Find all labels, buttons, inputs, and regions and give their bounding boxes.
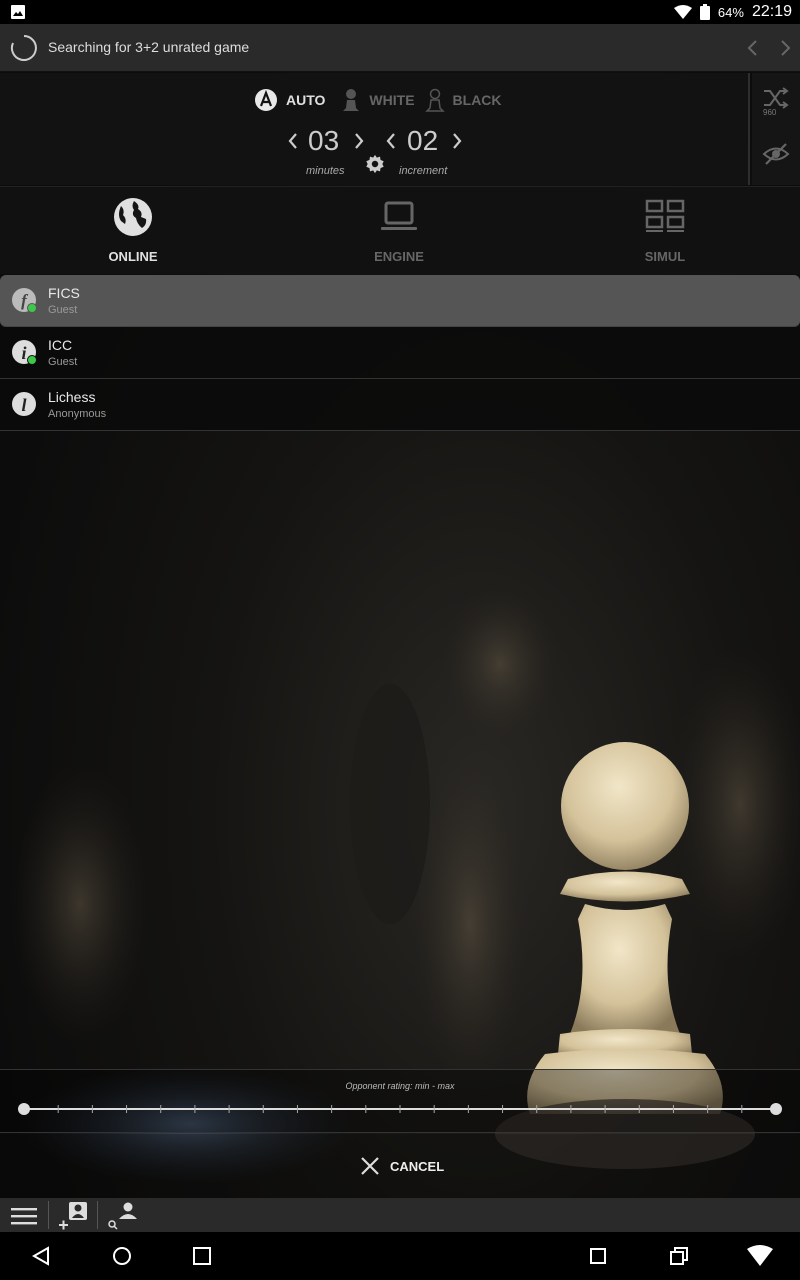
color-option-auto[interactable]: AUTO: [254, 88, 325, 112]
svg-text:l: l: [21, 395, 26, 415]
list-item-icc[interactable]: i ICC Guest: [0, 327, 800, 379]
server-user: Anonymous: [48, 408, 107, 420]
minutes-increase-icon[interactable]: [352, 131, 366, 151]
chess960-label: 960: [763, 108, 777, 117]
copy-windows-icon: [670, 1247, 688, 1265]
svg-text:i: i: [21, 343, 26, 363]
list-item-lichess[interactable]: l Lichess Anonymous: [0, 379, 800, 431]
add-contact-icon: [59, 1202, 87, 1230]
cancel-label: CANCEL: [390, 1158, 445, 1174]
minutes-decrease-icon[interactable]: [286, 131, 300, 151]
tab-label: ONLINE: [108, 249, 158, 264]
fics-icon: f: [12, 288, 37, 313]
opponent-rating-panel: Opponent rating: min - max: [0, 1069, 800, 1133]
search-person-icon: [108, 1202, 137, 1230]
laptop-icon: [381, 201, 417, 230]
increment-label: increment: [399, 165, 448, 177]
game-options-panel: AUTO WHITE BLACK 03 minutes 02 increment: [0, 73, 750, 185]
cancel-bar: CANCEL: [0, 1134, 800, 1198]
color-option-label: AUTO: [286, 92, 326, 108]
auto-icon: [255, 89, 277, 111]
minutes-label: minutes: [306, 165, 345, 177]
server-user: Guest: [48, 304, 78, 316]
server-name: ICC: [48, 337, 73, 353]
multiwindow-button[interactable]: [655, 1232, 703, 1280]
eye-off-icon: [762, 143, 790, 165]
minutes-value: 03: [308, 125, 340, 156]
battery-percent: 64%: [717, 4, 744, 20]
increment-decrease-icon[interactable]: [384, 131, 398, 151]
opponent-rating-label: Opponent rating: min - max: [345, 1081, 455, 1091]
battery-icon: [699, 4, 710, 20]
server-name: Lichess: [48, 389, 96, 405]
rating-max-handle[interactable]: [770, 1103, 782, 1115]
globe-icon: [114, 198, 152, 236]
mode-tabs: ONLINE ENGINE SIMUL: [0, 186, 800, 274]
search-status-text: Searching for 3+2 unrated game: [48, 39, 250, 55]
hide-toggle[interactable]: [752, 129, 800, 185]
list-item-fics[interactable]: f FICS Guest: [0, 275, 800, 327]
image-notification-icon: [11, 5, 25, 19]
wifi-icon: [747, 1245, 773, 1266]
cancel-button[interactable]: CANCEL: [360, 1156, 444, 1176]
system-nav-bar: [0, 1232, 800, 1280]
side-buttons: 960: [752, 73, 800, 185]
wifi-icon: [673, 5, 692, 19]
rating-min-handle[interactable]: [18, 1103, 30, 1115]
gear-icon[interactable]: [364, 153, 386, 175]
wifi-shortcut-button[interactable]: [736, 1232, 784, 1280]
square-icon: [590, 1248, 606, 1264]
menu-button[interactable]: [0, 1198, 48, 1232]
chevron-left-icon[interactable]: [742, 36, 764, 60]
color-option-label: BLACK: [452, 92, 502, 108]
clock: 22:19: [751, 3, 792, 20]
loading-spinner-icon: [10, 35, 37, 61]
tab-label: SIMUL: [644, 249, 686, 264]
home-button[interactable]: [98, 1232, 146, 1280]
color-selector: AUTO WHITE BLACK: [254, 87, 512, 113]
status-bar: 64% 22:19: [0, 0, 800, 24]
increment-value: 02: [407, 125, 439, 156]
color-option-white[interactable]: WHITE: [341, 88, 415, 112]
time-control: 03 minutes 02 increment: [280, 121, 480, 181]
server-user: Guest: [48, 356, 78, 368]
tab-online[interactable]: ONLINE: [0, 187, 266, 275]
hamburger-menu-icon: [11, 1208, 37, 1225]
tab-simul[interactable]: SIMUL: [532, 187, 798, 275]
chess960-toggle[interactable]: 960: [752, 73, 800, 129]
color-option-black[interactable]: BLACK: [424, 88, 502, 112]
tab-label: ENGINE: [374, 249, 424, 264]
icc-icon: i: [12, 340, 37, 365]
server-name: FICS: [48, 285, 80, 301]
grid-icon: [645, 199, 685, 232]
search-status-bar: Searching for 3+2 unrated game: [0, 24, 800, 72]
find-player-button[interactable]: [98, 1198, 146, 1232]
white-pawn-icon: [343, 89, 360, 111]
back-triangle-icon: [31, 1246, 49, 1266]
black-pawn-icon: [424, 88, 445, 112]
rating-range-slider[interactable]: [0, 1096, 800, 1122]
home-circle-icon: [113, 1247, 131, 1265]
recents-square-icon: [193, 1247, 211, 1265]
screenshot-button[interactable]: [574, 1232, 622, 1280]
tab-engine[interactable]: ENGINE: [266, 187, 532, 275]
color-option-label: WHITE: [369, 92, 415, 108]
back-button[interactable]: [17, 1232, 65, 1280]
increment-increase-icon[interactable]: [450, 131, 464, 151]
bottom-toolbar: [0, 1198, 800, 1232]
close-icon: [361, 1157, 379, 1175]
add-contact-button[interactable]: [49, 1198, 97, 1232]
recents-button[interactable]: [178, 1232, 226, 1280]
chevron-right-icon[interactable]: [774, 36, 796, 60]
lichess-icon: l: [12, 392, 36, 416]
